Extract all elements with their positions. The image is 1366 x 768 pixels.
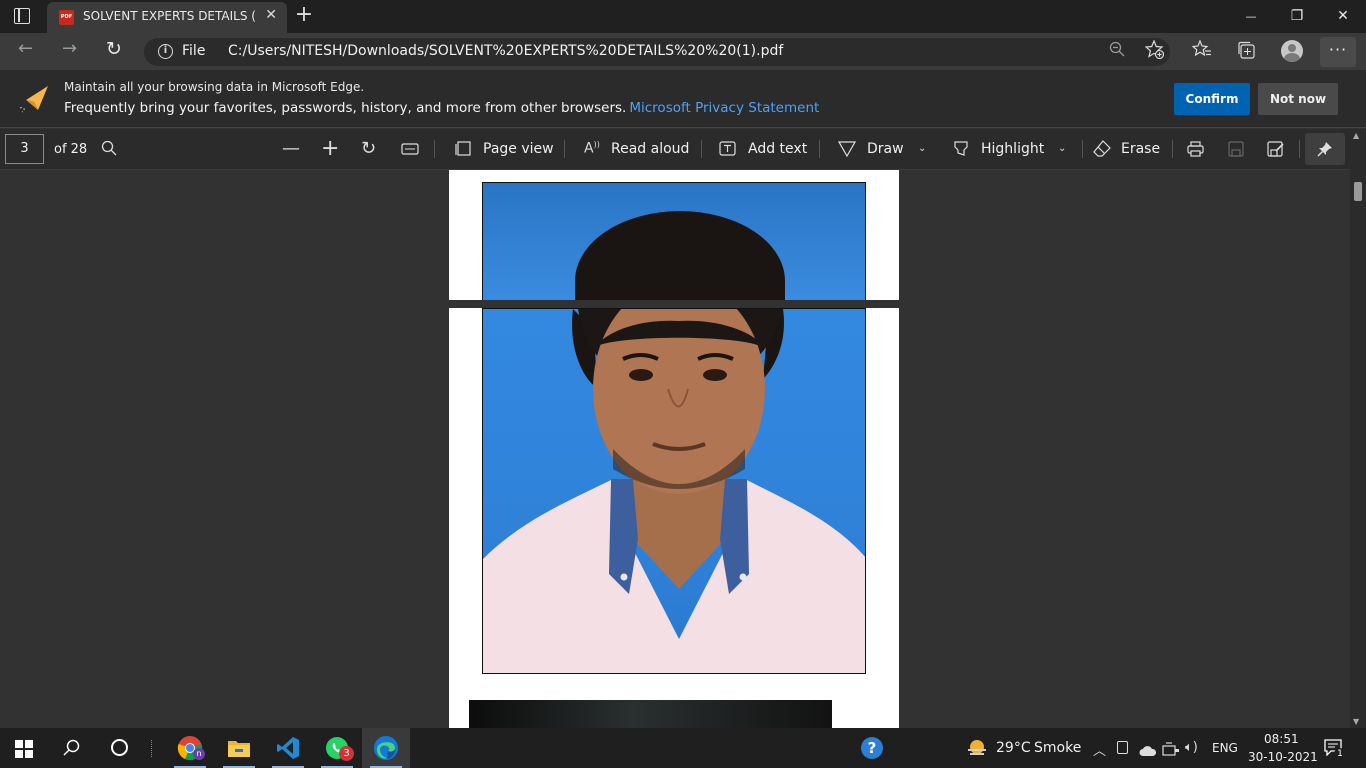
toolbar-divider xyxy=(819,140,820,158)
draw-icon[interactable] xyxy=(837,141,857,161)
add-text-button[interactable]: Add text xyxy=(748,141,807,157)
find-search-icon[interactable] xyxy=(101,140,117,160)
scrollbar-thumb[interactable] xyxy=(1354,182,1362,201)
save-icon xyxy=(1228,141,1244,161)
toolbar-divider xyxy=(1299,140,1300,158)
vertical-scrollbar[interactable]: ▲ ▼ xyxy=(1350,129,1366,728)
import-infobar: Maintain all your browsing data in Micro… xyxy=(0,70,1366,128)
back-icon[interactable]: ← xyxy=(18,38,33,59)
close-window-button[interactable]: ✕ xyxy=(1320,0,1366,33)
highlight-icon[interactable] xyxy=(953,140,969,161)
profile-avatar[interactable] xyxy=(1281,40,1303,62)
meet-now-icon[interactable] xyxy=(1117,741,1128,754)
address-field[interactable]: i File C:/Users/NITESH/Downloads/SOLVENT… xyxy=(144,38,1170,66)
toolbar-divider xyxy=(1082,140,1083,158)
vscode-icon[interactable] xyxy=(264,728,312,768)
save-as-icon[interactable] xyxy=(1267,141,1284,161)
chrome-app-icon[interactable]: n xyxy=(166,728,214,768)
passport-photo xyxy=(482,308,866,674)
pdf-icon: PDF xyxy=(59,10,74,25)
edge-app-icon[interactable] xyxy=(362,728,410,768)
forward-icon[interactable]: → xyxy=(62,38,77,59)
tab-bar: PDF SOLVENT EXPERTS DETAILS (1).pdf ✕ + … xyxy=(0,0,1366,33)
toolbar-divider xyxy=(434,140,435,158)
favorites-icon[interactable] xyxy=(1191,39,1212,62)
page-view-icon[interactable] xyxy=(455,141,471,160)
collections-icon[interactable] xyxy=(1236,40,1256,64)
chrome-badge: n xyxy=(193,748,205,760)
network-icon[interactable] xyxy=(1162,741,1180,760)
toolbar-divider xyxy=(564,140,565,158)
zoom-icon[interactable] xyxy=(1109,41,1125,61)
not-now-button[interactable]: Not now xyxy=(1258,83,1338,115)
highlight-button[interactable]: Highlight xyxy=(981,141,1044,157)
file-explorer-icon[interactable] xyxy=(215,728,263,768)
active-tab[interactable]: PDF SOLVENT EXPERTS DETAILS (1).pdf ✕ xyxy=(47,2,287,33)
passport-photo-top-part xyxy=(482,182,866,300)
paper-plane-icon xyxy=(16,82,50,120)
eraser-icon[interactable] xyxy=(1093,140,1111,161)
fit-page-icon[interactable] xyxy=(401,141,419,160)
privacy-statement-link[interactable]: Microsoft Privacy Statement xyxy=(629,100,819,116)
onedrive-cloud-icon[interactable] xyxy=(1139,742,1157,761)
infobar-text: Frequently bring your favorites, passwor… xyxy=(64,100,627,116)
add-favorite-icon[interactable] xyxy=(1144,39,1165,63)
notification-icon[interactable]: 1 xyxy=(1324,739,1346,760)
highlight-chevron-down-icon[interactable]: ⌄ xyxy=(1058,143,1066,154)
infobar-title: Maintain all your browsing data in Micro… xyxy=(64,80,365,94)
print-icon[interactable] xyxy=(1187,141,1204,161)
page-number-input[interactable]: 3 xyxy=(5,134,44,164)
pin-toolbar-icon[interactable] xyxy=(1305,133,1345,165)
tab-actions-icon[interactable] xyxy=(14,8,30,24)
tab-title: SOLVENT EXPERTS DETAILS (1).pdf xyxy=(83,9,257,23)
minimize-button[interactable]: — xyxy=(1228,0,1274,33)
clock-date[interactable]: 30-10-2021 xyxy=(1248,750,1318,764)
infobar-message: Frequently bring your favorites, passwor… xyxy=(64,100,819,116)
refresh-icon[interactable]: ↻ xyxy=(106,38,122,60)
zoom-in-icon[interactable]: + xyxy=(321,136,339,161)
draw-button[interactable]: Draw xyxy=(867,141,904,157)
weather-temp[interactable]: 29°C xyxy=(996,740,1031,756)
language-indicator[interactable]: ENG xyxy=(1212,741,1238,755)
search-icon[interactable] xyxy=(63,739,81,761)
next-image-preview xyxy=(469,700,832,728)
file-label: File xyxy=(182,43,206,59)
chevron-up-icon[interactable]: ︿ xyxy=(1093,740,1106,759)
restore-button[interactable]: ❐ xyxy=(1274,0,1320,33)
whatsapp-icon[interactable]: 3 xyxy=(313,728,361,768)
zoom-out-icon[interactable]: — xyxy=(282,138,300,159)
page-view-button[interactable]: Page view xyxy=(483,141,554,157)
read-aloud-button[interactable]: Read aloud xyxy=(611,141,689,157)
clock-time[interactable]: 08:51 xyxy=(1264,732,1299,746)
scroll-down-icon[interactable]: ▼ xyxy=(1353,717,1359,726)
weather-icon[interactable] xyxy=(966,738,988,762)
whatsapp-badge: 3 xyxy=(339,746,354,761)
scroll-up-icon[interactable]: ▲ xyxy=(1353,131,1359,140)
tab-close-icon[interactable]: ✕ xyxy=(265,7,277,23)
notification-badge: 1 xyxy=(1334,748,1346,760)
toolbar-divider xyxy=(1172,140,1173,158)
weather-desc[interactable]: Smoke xyxy=(1034,740,1081,756)
volume-icon[interactable]: 🔈︎) xyxy=(1185,740,1198,755)
help-icon[interactable]: ? xyxy=(861,737,883,759)
cortana-icon[interactable] xyxy=(111,739,128,756)
confirm-button[interactable]: Confirm xyxy=(1174,83,1250,115)
new-tab-button[interactable]: + xyxy=(292,2,316,27)
taskbar-divider xyxy=(151,740,152,757)
settings-more-icon[interactable]: ··· xyxy=(1320,37,1356,67)
toolbar-divider xyxy=(701,140,702,158)
add-text-icon[interactable] xyxy=(719,141,736,160)
erase-button[interactable]: Erase xyxy=(1121,141,1160,157)
page-count: of 28 xyxy=(54,142,88,157)
start-button-windows-icon[interactable] xyxy=(15,740,33,762)
url-text[interactable]: C:/Users/NITESH/Downloads/SOLVENT%20EXPE… xyxy=(228,43,783,59)
rotate-icon[interactable]: ↻ xyxy=(361,138,376,159)
info-icon[interactable]: i xyxy=(158,44,173,59)
draw-chevron-down-icon[interactable]: ⌄ xyxy=(918,143,926,154)
read-aloud-icon[interactable]: A)) xyxy=(584,140,600,157)
